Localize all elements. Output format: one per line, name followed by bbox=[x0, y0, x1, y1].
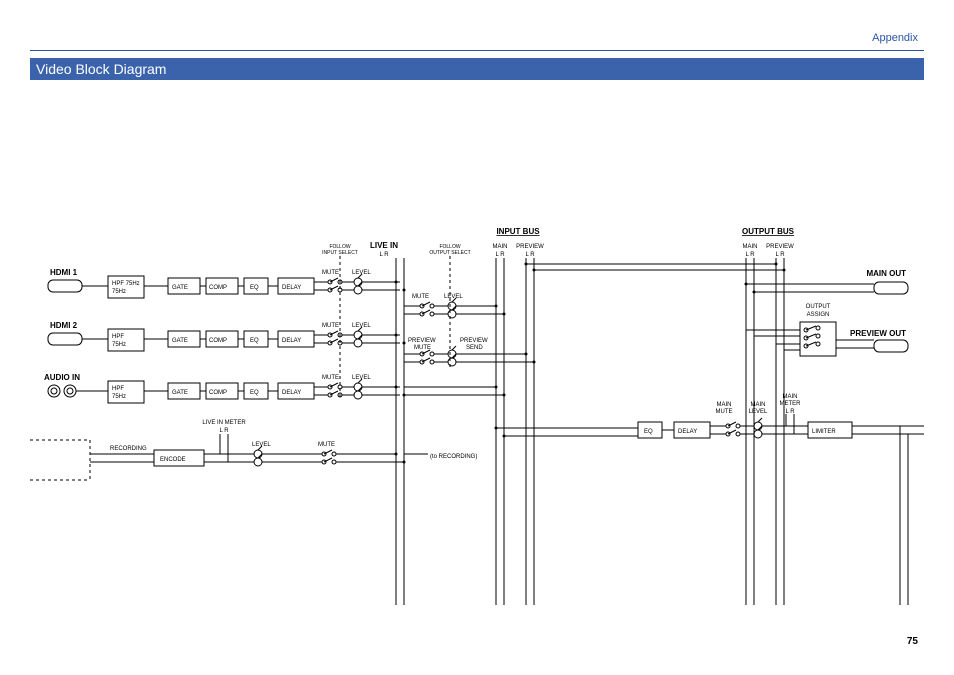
label-liveinmeter: LIVE IN METER bbox=[202, 420, 246, 426]
main-chain: EQ DELAY MAINMUTE MAINLEVEL MAIN METER L… bbox=[495, 394, 925, 438]
svg-text:75Hz: 75Hz bbox=[112, 342, 126, 348]
svg-text:MUTE: MUTE bbox=[322, 323, 339, 329]
svg-text:METER: METER bbox=[780, 401, 802, 407]
port-mainout bbox=[874, 282, 908, 294]
header-rule bbox=[30, 50, 924, 51]
svg-text:EQ: EQ bbox=[250, 338, 259, 344]
recording-row: RECORDING ENCODE LIVE IN METER L R LEVEL… bbox=[30, 420, 477, 480]
main-delay: DELAY bbox=[678, 429, 697, 435]
label-mainout: MAIN OUT bbox=[866, 269, 906, 278]
svg-text:GATE: GATE bbox=[172, 338, 188, 344]
svg-text:LEVEL: LEVEL bbox=[252, 442, 271, 448]
svg-text:PREVIEW: PREVIEW bbox=[766, 244, 794, 250]
svg-text:L R: L R bbox=[745, 252, 755, 258]
limiter-block: LIMITER bbox=[812, 429, 836, 435]
svg-text:ASSIGN: ASSIGN bbox=[807, 312, 830, 318]
svg-text:L R: L R bbox=[775, 252, 785, 258]
svg-text:MUTE: MUTE bbox=[716, 409, 733, 415]
channel-hdmi1: HPF 75Hz 75Hz GATE COMP EQ DELAY MUTE LE… bbox=[82, 270, 400, 298]
svg-text:COMP: COMP bbox=[209, 390, 227, 396]
gate-1: GATE bbox=[172, 285, 188, 291]
label-recording: RECORDING bbox=[110, 446, 147, 452]
svg-text:L R: L R bbox=[495, 252, 505, 258]
svg-text:LEVEL: LEVEL bbox=[352, 323, 371, 329]
mute-1: MUTE bbox=[322, 270, 339, 276]
channel-hdmi2: HPF 75Hz GATE COMP EQ DELAY MUTE LEVEL bbox=[82, 323, 400, 351]
label-torecording: (to RECORDING) bbox=[430, 454, 477, 460]
svg-text:LEVEL: LEVEL bbox=[749, 409, 768, 415]
svg-text:MAIN: MAIN bbox=[783, 394, 798, 400]
svg-text:GATE: GATE bbox=[172, 390, 188, 396]
svg-text:75Hz: 75Hz bbox=[112, 394, 126, 400]
port-audioin bbox=[48, 385, 76, 397]
svg-text:MAIN: MAIN bbox=[717, 402, 732, 408]
svg-text:MAIN: MAIN bbox=[493, 244, 508, 250]
svg-text:LEVEL: LEVEL bbox=[352, 375, 371, 381]
output-section: MAIN OUT OUTPUT ASSIGN PREVIEW OUT bbox=[745, 269, 909, 356]
diagram-svg: HDMI 1 HDMI 2 AUDIO IN HPF 75Hz 75Hz bbox=[30, 100, 924, 605]
svg-text:MAIN: MAIN bbox=[751, 402, 766, 408]
svg-text:L R: L R bbox=[219, 428, 229, 434]
svg-text:75Hz: 75Hz bbox=[112, 289, 126, 295]
main-eq: EQ bbox=[644, 429, 653, 435]
label-livein: LIVE IN bbox=[370, 241, 398, 250]
label-outputbus: OUTPUT BUS bbox=[742, 227, 795, 236]
svg-text:MUTE: MUTE bbox=[412, 294, 429, 300]
svg-text:INPUT SELECT: INPUT SELECT bbox=[322, 250, 358, 256]
port-hdmi2 bbox=[48, 333, 82, 345]
label-previewout: PREVIEW OUT bbox=[850, 329, 906, 338]
block-diagram: HDMI 1 HDMI 2 AUDIO IN HPF 75Hz 75Hz bbox=[30, 100, 924, 605]
svg-text:MUTE: MUTE bbox=[414, 345, 431, 351]
svg-text:EQ: EQ bbox=[250, 390, 259, 396]
svg-text:OUTPUT: OUTPUT bbox=[806, 304, 831, 310]
svg-text:PREVIEW: PREVIEW bbox=[408, 338, 436, 344]
svg-text:MUTE: MUTE bbox=[322, 375, 339, 381]
svg-text:L R: L R bbox=[525, 252, 535, 258]
svg-text:DELAY: DELAY bbox=[282, 338, 301, 344]
channel-audioin: HPF 75Hz GATE COMP EQ DELAY MUTE LEVEL bbox=[76, 375, 400, 403]
label-livein-lr: L R bbox=[379, 252, 389, 258]
label-audioin: AUDIO IN bbox=[44, 373, 80, 382]
level-1: LEVEL bbox=[352, 270, 371, 276]
title-bar: Video Block Diagram bbox=[30, 58, 924, 80]
eq-1: EQ bbox=[250, 285, 259, 291]
page-number: 75 bbox=[907, 636, 918, 647]
port-previewout bbox=[874, 340, 908, 352]
svg-text:PREVIEW: PREVIEW bbox=[460, 338, 488, 344]
label-inputbus: INPUT BUS bbox=[496, 227, 540, 236]
appendix-label: Appendix bbox=[872, 32, 918, 44]
page: Appendix Video Block Diagram 75 HDMI 1 H… bbox=[0, 0, 954, 675]
svg-text:MAIN: MAIN bbox=[743, 244, 758, 250]
svg-text:OUTPUT SELECT: OUTPUT SELECT bbox=[429, 250, 470, 256]
svg-text:COMP: COMP bbox=[209, 338, 227, 344]
delay-1: DELAY bbox=[282, 285, 301, 291]
encode-block: ENCODE bbox=[160, 457, 186, 463]
comp-1: COMP bbox=[209, 285, 227, 291]
port-hdmi1 bbox=[48, 280, 82, 292]
livebus-mute-level: MUTE LEVEL PREVIEWMUTE PREVIEWSEND bbox=[404, 294, 534, 395]
svg-text:LEVEL: LEVEL bbox=[444, 294, 463, 300]
label-hdmi2: HDMI 2 bbox=[50, 321, 78, 330]
svg-text:HPF: HPF bbox=[112, 386, 124, 392]
svg-text:SEND: SEND bbox=[466, 345, 483, 351]
svg-text:PREVIEW: PREVIEW bbox=[516, 244, 544, 250]
svg-text:DELAY: DELAY bbox=[282, 390, 301, 396]
svg-text:MUTE: MUTE bbox=[318, 442, 335, 448]
label-hdmi1: HDMI 1 bbox=[50, 268, 78, 277]
svg-text:HPF: HPF bbox=[112, 334, 124, 340]
hpf-1: HPF 75Hz bbox=[112, 281, 140, 287]
